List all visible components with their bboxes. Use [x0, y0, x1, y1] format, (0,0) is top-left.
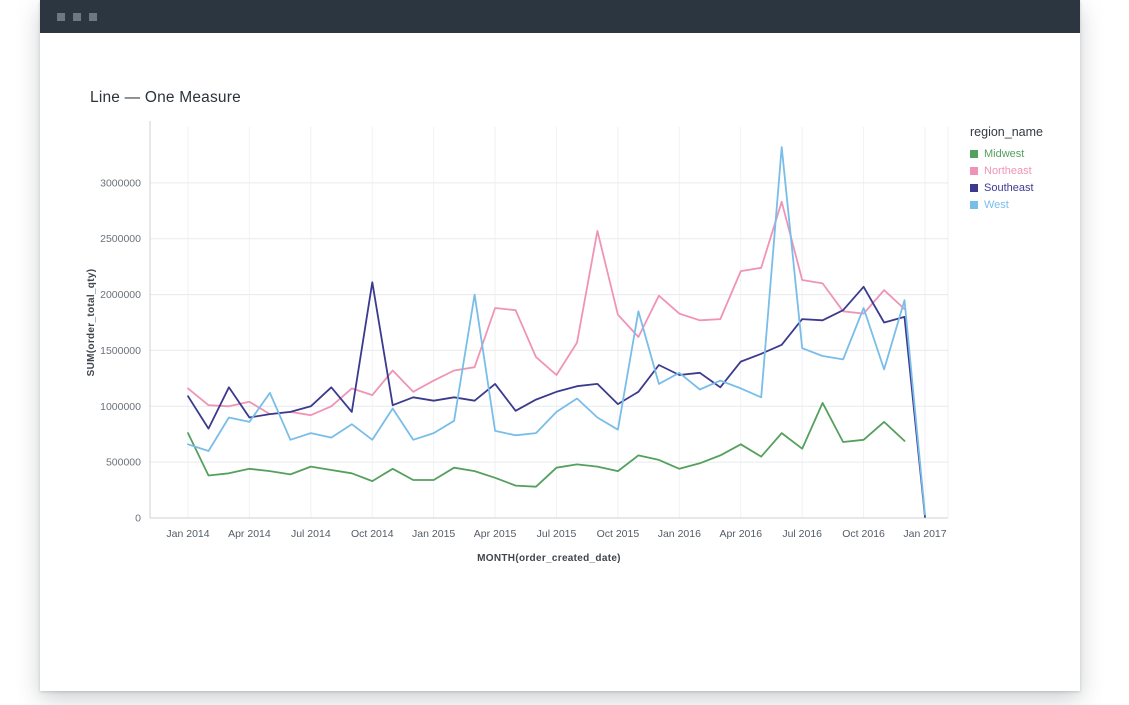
legend-item-label: Northeast	[984, 165, 1032, 177]
x-tick-label: Jul 2014	[291, 528, 331, 540]
x-axis-label: MONTH(order_created_date)	[477, 553, 621, 564]
chart-card: Line — One Measure 0 500000 1000000 1500000…	[40, 33, 1080, 573]
x-tick-label: Oct 2015	[597, 528, 640, 540]
legend-swatch-icon	[970, 150, 978, 158]
legend-item-label: Southeast	[984, 182, 1034, 194]
legend-item-northeast[interactable]: Northeast	[970, 165, 1078, 177]
legend-item-label: Midwest	[984, 148, 1024, 160]
y-tick-label: 1000000	[100, 401, 141, 413]
x-tick-label: Apr 2014	[228, 528, 271, 540]
legend: region_name Midwest Northeast Southeast Wes…	[970, 113, 1078, 573]
x-tick-label: Oct 2016	[842, 528, 885, 540]
legend-title: region_name	[970, 125, 1078, 139]
line-chart-svg: 0 500000 1000000 1500000 2000000 2500000 30000…	[80, 113, 970, 573]
x-tick-label: Jan 2014	[166, 528, 209, 540]
legend-item-west[interactable]: West	[970, 199, 1078, 211]
x-tick-label: Jul 2015	[537, 528, 577, 540]
legend-swatch-icon	[970, 201, 978, 209]
x-tick-label: Jul 2016	[782, 528, 822, 540]
window-button-icon[interactable]	[57, 13, 65, 21]
x-tick-label: Jan 2015	[412, 528, 455, 540]
legend-items: Midwest Northeast Southeast West	[970, 148, 1078, 211]
plot-area: 0 500000 1000000 1500000 2000000 2500000 30000…	[80, 113, 970, 573]
x-tick-label: Apr 2015	[474, 528, 517, 540]
window-button-icon[interactable]	[89, 13, 97, 21]
y-tick-label: 3000000	[100, 177, 141, 189]
x-tick-label: Jan 2017	[903, 528, 946, 540]
x-tick-label: Oct 2014	[351, 528, 394, 540]
legend-item-label: West	[984, 199, 1009, 211]
y-tick-label: 1500000	[100, 345, 141, 357]
y-tick-label: 2500000	[100, 233, 141, 245]
y-tick-label: 2000000	[100, 289, 141, 301]
chart-title: Line — One Measure	[90, 89, 1080, 107]
legend-swatch-icon	[970, 167, 978, 175]
app-window: Line — One Measure 0 500000 1000000 1500000…	[40, 0, 1080, 691]
x-tick-label: Jan 2016	[658, 528, 701, 540]
series-line-northeast[interactable]	[188, 202, 905, 415]
y-tick-label: 0	[135, 513, 141, 525]
x-tick-label: Apr 2016	[719, 528, 762, 540]
y-tick-label: 500000	[106, 457, 141, 469]
legend-item-southeast[interactable]: Southeast	[970, 182, 1078, 194]
window-button-icon[interactable]	[73, 13, 81, 21]
legend-swatch-icon	[970, 184, 978, 192]
y-axis-label: SUM(order_total_qty)	[86, 269, 97, 377]
legend-item-midwest[interactable]: Midwest	[970, 148, 1078, 160]
window-titlebar	[40, 0, 1080, 33]
series-line-midwest[interactable]	[188, 403, 905, 487]
